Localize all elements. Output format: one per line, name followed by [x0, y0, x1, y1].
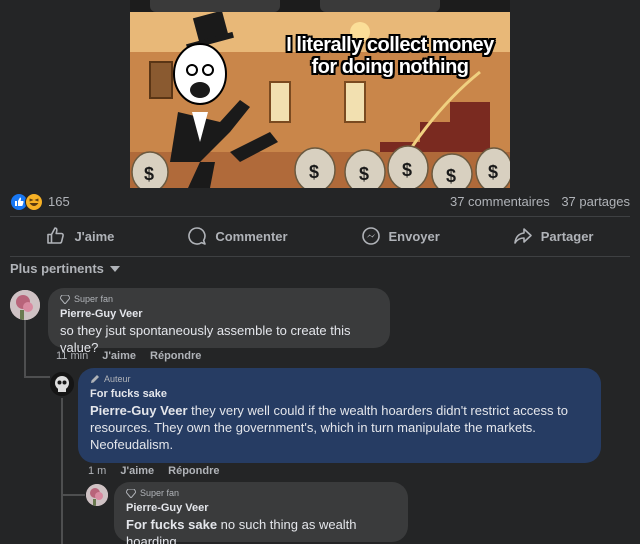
like-button-label: J'aime	[74, 228, 115, 244]
comment-text: Pierre-Guy Veer they very well could if …	[90, 402, 589, 453]
comment-reply-link[interactable]: Répondre	[168, 465, 219, 477]
diamond-icon	[60, 294, 70, 304]
post-action-bar: J'aime Commenter Envoyer Partager	[10, 220, 630, 252]
comment-time[interactable]: 11 min	[56, 350, 88, 362]
comment-bubble: Super fan Pierre-Guy Veer For fucks sake…	[114, 482, 408, 544]
mention[interactable]: For fucks sake	[126, 517, 217, 532]
send-button[interactable]: Envoyer	[351, 220, 450, 252]
meme-caption-line2: for doing nothing	[311, 56, 470, 78]
comment-button[interactable]: Commenter	[177, 220, 297, 252]
svg-text:$: $	[446, 166, 456, 186]
comment-author[interactable]: For fucks sake	[90, 388, 589, 400]
post-image[interactable]: $ $ $ $ $ $ I literally collect money fo…	[130, 0, 510, 188]
divider-top	[10, 216, 630, 217]
comment-like-link[interactable]: J'aime	[120, 465, 154, 477]
share-button[interactable]: Partager	[503, 220, 604, 252]
author-comment-bubble: Auteur For fucks sake Pierre-Guy Veer th…	[78, 368, 601, 463]
thread-connector-2	[61, 494, 85, 496]
avatar[interactable]	[86, 484, 108, 506]
avatar-flower-image	[10, 290, 40, 320]
like-button[interactable]: J'aime	[36, 220, 124, 252]
thread-line-1	[24, 320, 26, 378]
sort-label: Plus pertinents	[10, 261, 104, 276]
meme-caption-line1: I literally collect money	[286, 34, 494, 56]
reaction-count[interactable]: 165	[48, 194, 70, 209]
comment-reply-link[interactable]: Répondre	[150, 350, 201, 362]
svg-text:$: $	[402, 160, 412, 180]
thread-connector-1	[24, 376, 50, 378]
share-button-label: Partager	[540, 228, 594, 244]
avatar[interactable]	[10, 290, 40, 320]
avatar-skull-image	[50, 372, 74, 396]
shares-count[interactable]: 37 partages	[561, 194, 630, 209]
comment-author[interactable]: Pierre-Guy Veer	[60, 308, 378, 320]
like-icon	[10, 193, 28, 211]
comment-author[interactable]: Pierre-Guy Veer	[126, 502, 396, 514]
svg-text:$: $	[488, 162, 498, 182]
divider-bottom	[10, 256, 630, 257]
comment-sort-dropdown[interactable]: Plus pertinents	[10, 261, 120, 276]
send-button-label: Envoyer	[388, 228, 440, 244]
thumbs-up-icon	[47, 227, 65, 244]
haha-icon	[25, 193, 43, 211]
comment-time[interactable]: 1 m	[88, 465, 106, 477]
image-top-strip	[130, 0, 510, 12]
svg-text:$: $	[359, 164, 369, 184]
reactions-summary: 165 37 commentaires 37 partages	[10, 192, 630, 212]
author-avatar[interactable]	[50, 372, 74, 396]
comment-like-link[interactable]: J'aime	[102, 350, 136, 362]
pencil-icon	[91, 375, 99, 383]
comment-button-label: Commenter	[215, 228, 288, 244]
reaction-icons[interactable]	[10, 193, 46, 211]
mention[interactable]: Pierre-Guy Veer	[90, 403, 188, 418]
comments-count[interactable]: 37 commentaires	[450, 194, 550, 209]
post-stats: 37 commentaires 37 partages	[442, 194, 630, 209]
badge-label: Auteur	[104, 374, 131, 384]
comment-meta: 11 min J'aime Répondre	[56, 350, 201, 362]
author-badge: Auteur	[90, 374, 589, 384]
comment-text: For fucks sake no such thing as wealth h…	[126, 516, 396, 544]
super-fan-badge: Super fan	[126, 488, 396, 498]
svg-text:$: $	[309, 162, 319, 182]
comment-bubble-icon	[188, 227, 207, 245]
super-fan-badge: Super fan	[60, 294, 378, 304]
comment-meta: 1 m J'aime Répondre	[88, 465, 220, 477]
diamond-icon	[126, 488, 136, 498]
thread-line-2	[61, 398, 63, 544]
badge-label: Super fan	[74, 294, 114, 304]
meme-caption: I literally collect money for doing noth…	[280, 34, 500, 78]
badge-label: Super fan	[140, 488, 180, 498]
caret-down-icon	[109, 265, 120, 272]
comment-bubble: Super fan Pierre-Guy Veer so they jsut s…	[48, 288, 390, 355]
messenger-icon	[361, 227, 380, 245]
svg-text:$: $	[144, 164, 154, 184]
avatar-flower-image	[86, 484, 108, 506]
share-arrow-icon	[513, 228, 532, 244]
